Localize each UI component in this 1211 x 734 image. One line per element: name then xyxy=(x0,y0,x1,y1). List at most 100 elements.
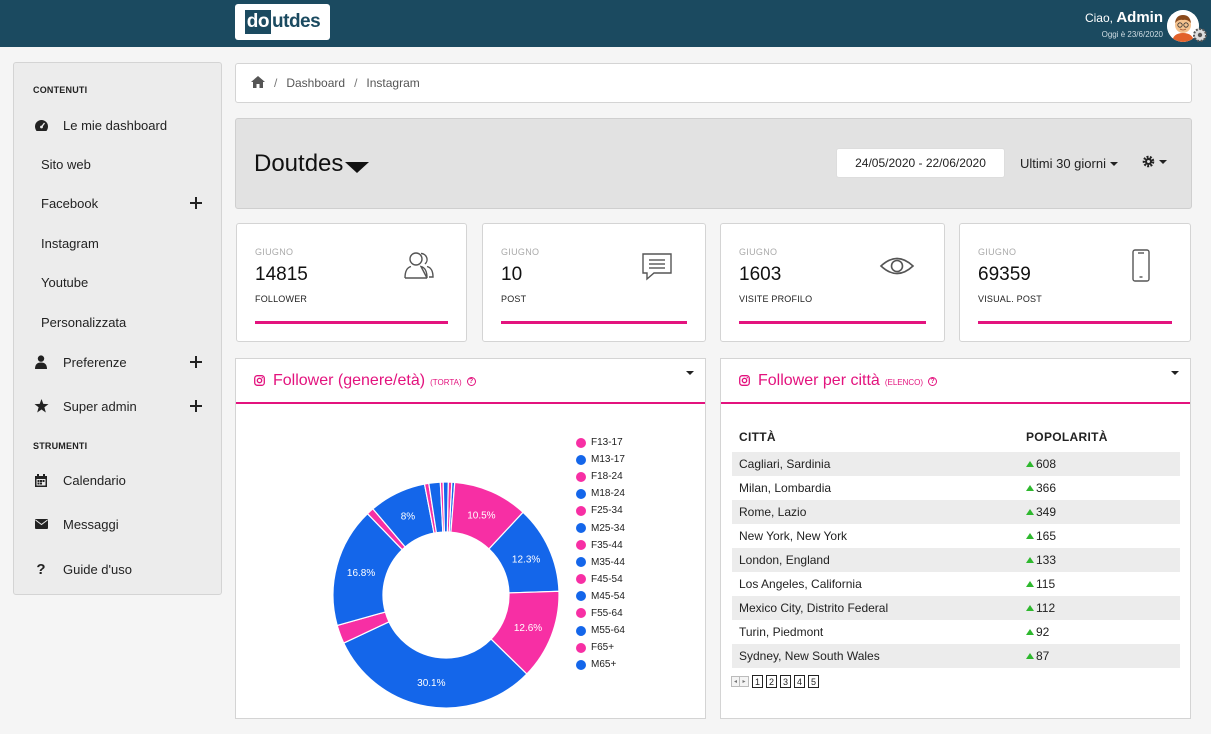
panel-header: Follower (genere/età) (TORTA) ? xyxy=(236,359,705,404)
next-page-button[interactable]: ▸ xyxy=(740,676,749,687)
instagram-icon xyxy=(739,375,750,386)
home-icon[interactable] xyxy=(251,75,265,91)
page-button[interactable]: 5 xyxy=(808,675,819,688)
legend-item[interactable]: F65+ xyxy=(576,639,625,656)
city-name: London, England xyxy=(732,548,1019,572)
legend-item[interactable]: M35-44 xyxy=(576,554,625,571)
page-button[interactable]: 1 xyxy=(752,675,763,688)
slice-label: 16.8% xyxy=(347,568,375,579)
table-row: New York, New York 165 xyxy=(732,524,1180,548)
legend-item[interactable]: M18-24 xyxy=(576,485,625,502)
mobile-icon xyxy=(1132,249,1150,282)
popularity-cell: 165 xyxy=(1019,524,1180,548)
sidebar-item-calendar[interactable]: Calendario xyxy=(14,465,221,495)
sidebar-item-messages[interactable]: Messaggi xyxy=(14,509,221,539)
prev-page-button[interactable]: ◂ xyxy=(731,676,740,687)
breadcrumb-dashboard[interactable]: Dashboard xyxy=(286,76,345,90)
sidebar-item-custom[interactable]: Personalizzata xyxy=(14,307,221,337)
users-icon xyxy=(404,252,434,279)
legend-item[interactable]: M13-17 xyxy=(576,451,625,468)
panel-title: Follower (genere/età) xyxy=(273,371,426,389)
panel-menu-caret[interactable] xyxy=(686,371,694,375)
dashboard-gauge-icon xyxy=(33,117,49,133)
sidebar-item-instagram[interactable]: Instagram xyxy=(14,228,221,258)
legend-label: F55-64 xyxy=(591,607,623,619)
sidebar-item-guide[interactable]: ? Guide d'uso xyxy=(14,554,221,584)
page-button[interactable]: 4 xyxy=(794,675,805,688)
city-name: Turin, Piedmont xyxy=(739,625,824,639)
sidebar-item-dashboards[interactable]: Le mie dashboard xyxy=(14,110,221,140)
panel-menu-caret[interactable] xyxy=(1171,371,1179,375)
legend-item[interactable]: F13-17 xyxy=(576,434,625,451)
breadcrumb-current: Instagram xyxy=(366,76,420,90)
city-name: Los Angeles, California xyxy=(739,577,862,591)
expand-plus-icon[interactable] xyxy=(189,355,203,369)
legend-swatch xyxy=(576,523,586,534)
help-icon[interactable]: ? xyxy=(928,377,938,386)
table-row: Milan, Lombardia 366 xyxy=(732,476,1180,500)
legend-item[interactable]: M25-34 xyxy=(576,519,625,536)
city-name: New York, New York xyxy=(739,529,848,543)
date-range-picker[interactable]: 24/05/2020 - 22/06/2020 xyxy=(836,148,1005,178)
user-name: Admin xyxy=(1116,9,1163,26)
legend-item[interactable]: M65+ xyxy=(576,656,625,673)
period-dropdown[interactable]: Ultimi 30 giorni xyxy=(1020,156,1118,171)
sidebar-label: Guide d'uso xyxy=(63,561,132,577)
table-row: Cagliari, Sardinia 608 xyxy=(732,452,1180,476)
help-icon[interactable]: ? xyxy=(466,377,476,386)
expand-plus-icon[interactable] xyxy=(189,196,203,210)
legend-item[interactable]: F25-34 xyxy=(576,502,625,519)
page-button[interactable]: 2 xyxy=(766,675,777,688)
sidebar-item-website[interactable]: Sito web xyxy=(14,149,221,179)
column-header-popularity[interactable]: POPOLARITÀ xyxy=(1019,422,1180,452)
expand-plus-icon[interactable] xyxy=(189,399,203,413)
slice-label: 12.6% xyxy=(514,623,542,634)
legend-label: M18-24 xyxy=(591,488,625,500)
legend-item[interactable]: F55-64 xyxy=(576,605,625,622)
legend-item[interactable]: F45-54 xyxy=(576,571,625,588)
stat-value: 14815 xyxy=(255,264,308,285)
legend-item[interactable]: F35-44 xyxy=(576,537,625,554)
logo[interactable]: do utdes xyxy=(235,4,330,40)
period-label: Ultimi 30 giorni xyxy=(1020,156,1106,171)
popularity-value: 87 xyxy=(1036,649,1050,663)
section-contents: CONTENUTI xyxy=(33,85,88,95)
trend-up-icon xyxy=(1026,653,1034,659)
legend-swatch xyxy=(576,540,586,551)
question-icon: ? xyxy=(36,560,46,578)
calendar-icon xyxy=(33,472,49,488)
sidebar-label: Preferenze xyxy=(63,354,127,370)
city-name: Mexico City, Distrito Federal xyxy=(732,596,1019,620)
slice-label: 10.5% xyxy=(467,510,495,521)
sidebar-item-superadmin[interactable]: Super admin xyxy=(14,391,221,421)
legend-swatch xyxy=(576,557,586,568)
breadcrumb: / Dashboard / Instagram xyxy=(235,63,1192,103)
legend-item[interactable]: M45-54 xyxy=(576,588,625,605)
legend-label: M45-54 xyxy=(591,590,625,602)
dashboard-settings[interactable] xyxy=(1142,155,1167,168)
legend-swatch xyxy=(576,659,586,670)
sidebar-label: Messaggi xyxy=(63,516,119,532)
brand-selector[interactable]: Doutdes xyxy=(254,150,370,178)
legend-label: F13-17 xyxy=(591,437,623,449)
column-header-city[interactable]: CITTÀ xyxy=(732,422,1019,452)
sidebar-item-preferences[interactable]: Preferenze xyxy=(14,347,221,377)
settings-gear-icon[interactable] xyxy=(1192,27,1208,43)
table-row: Mexico City, Distrito Federal 112 xyxy=(732,596,1180,620)
page-button[interactable]: 3 xyxy=(780,675,791,688)
panel-subtitle: (ELENCO) xyxy=(884,377,924,387)
followers-gender-age-panel: Follower (genere/età) (TORTA) ? 10.5% 12.… xyxy=(235,358,706,719)
legend-label: F25-34 xyxy=(591,505,623,517)
legend-swatch xyxy=(576,591,586,602)
caret-down-icon xyxy=(345,161,370,173)
slice-m65plus[interactable] xyxy=(442,481,449,533)
slice-label: 12.3% xyxy=(512,555,540,566)
sidebar-item-youtube[interactable]: Youtube xyxy=(14,267,221,297)
trend-up-icon xyxy=(1026,509,1034,515)
logo-rest: utdes xyxy=(272,11,321,32)
legend-item[interactable]: M55-64 xyxy=(576,622,625,639)
stat-metric: VISUAL. POST xyxy=(978,294,1042,304)
stat-card-post-views: GIUGNO 69359 VISUAL. POST xyxy=(959,223,1191,342)
sidebar-item-facebook[interactable]: Facebook xyxy=(14,188,221,218)
legend-item[interactable]: F18-24 xyxy=(576,468,625,485)
